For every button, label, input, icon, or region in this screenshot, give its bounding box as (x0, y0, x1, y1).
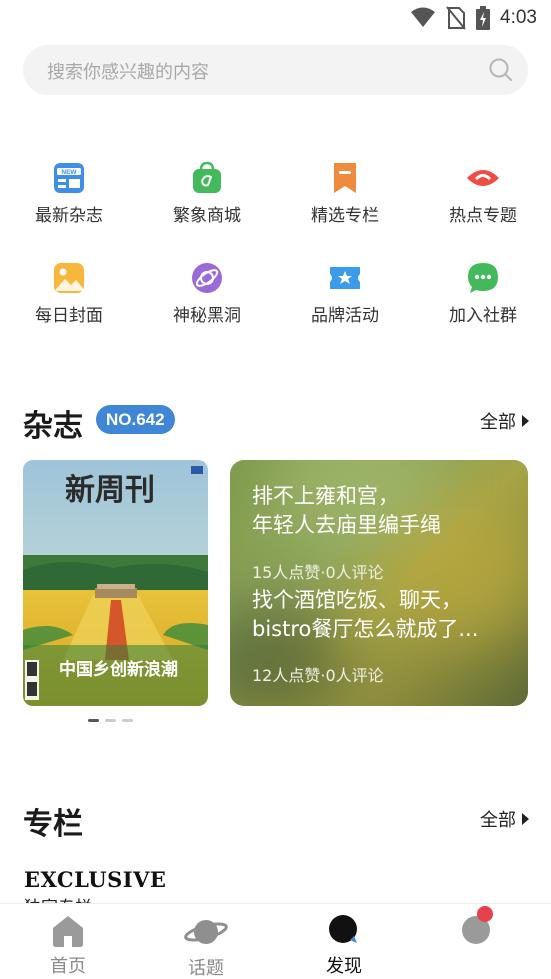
tab-label: 话题 (188, 958, 224, 979)
grid-label: 神秘黑洞 (173, 306, 241, 326)
grid-label: 精选专栏 (311, 206, 379, 226)
svg-text:NEW: NEW (61, 169, 77, 176)
carousel-indicator (88, 719, 133, 722)
shopping-bag-icon (193, 161, 221, 193)
tab-discover[interactable]: 发现 (284, 904, 404, 979)
grid-label: 最新杂志 (35, 206, 103, 226)
new-magazine-icon: NEW (54, 163, 84, 193)
home-icon (53, 916, 83, 947)
discover-icon (329, 915, 357, 943)
grid-label: 每日封面 (35, 306, 103, 326)
chevron-right-icon (522, 813, 529, 825)
cover-masthead: 新周刊 (65, 473, 155, 508)
search-bar[interactable]: 搜索你感兴趣的内容 (23, 45, 528, 95)
grid-item-columns[interactable]: 精选专栏 (276, 161, 414, 226)
magazine-cover[interactable]: 新周刊 中国乡创新浪潮 (23, 460, 208, 706)
grid-item-latest-magazine[interactable]: NEW 最新杂志 (0, 161, 138, 226)
bookmark-icon (334, 163, 356, 193)
grid-label: 热点专题 (449, 206, 517, 226)
battery-charging-icon (476, 6, 491, 30)
article-title: bistro餐厅怎么就成了... (252, 617, 479, 641)
tab-profile[interactable] (416, 904, 536, 979)
bottom-tab-bar: 首页 话题 发现 (0, 903, 551, 979)
status-time: 4:03 (500, 7, 537, 28)
grid-item-community[interactable]: 加入社群 (414, 261, 551, 326)
status-icons: 4:03 (410, 6, 537, 30)
tab-label: 首页 (50, 956, 86, 977)
article-title: 排不上雍和宫， (252, 484, 399, 508)
more-label: 全部 (480, 412, 516, 433)
cover-headline: 中国乡创新浪潮 (59, 659, 178, 680)
more-label: 全部 (480, 810, 516, 831)
chat-icon (468, 263, 498, 293)
column-more-link[interactable]: 全部 (480, 806, 529, 832)
carousel-dot (105, 719, 116, 722)
article-title: 找个酒馆吃饭、聊天， (252, 588, 462, 612)
grid-item-black-hole[interactable]: 神秘黑洞 (138, 261, 276, 326)
ticket-icon (330, 267, 360, 289)
featured-articles-card: 排不上雍和宫， 年轻人去庙里编手绳 15人点赞·0人评论 找个酒馆吃饭、聊天， … (230, 460, 528, 706)
carousel-dot (88, 719, 99, 722)
magazine-section-title: 杂志 (23, 409, 83, 444)
grid-item-hot-topics[interactable]: 热点专题 (414, 161, 551, 226)
grid-label: 品牌活动 (311, 306, 379, 326)
cover-illustration: 新周刊 中国乡创新浪潮 (23, 460, 208, 706)
issue-badge: NO.642 (96, 405, 175, 434)
grid-item-daily-cover[interactable]: 每日封面 (0, 261, 138, 326)
grid-label: 加入社群 (449, 306, 517, 326)
tab-home[interactable]: 首页 (8, 904, 128, 979)
status-bar: 4:03 (0, 0, 551, 38)
eye-icon (467, 170, 499, 186)
picture-icon (54, 263, 84, 293)
article-meta: 15人点赞·0人评论 (252, 563, 384, 582)
search-icon[interactable] (488, 57, 514, 83)
wifi-icon (411, 7, 436, 27)
no-sim-icon (446, 6, 466, 30)
tab-topics[interactable]: 话题 (146, 904, 266, 979)
column-section-title: 专栏 (23, 807, 83, 842)
magazine-more-link[interactable]: 全部 (480, 408, 529, 434)
tab-label: 发现 (326, 956, 362, 977)
search-placeholder: 搜索你感兴趣的内容 (47, 62, 209, 83)
grid-label: 繁象商城 (173, 206, 241, 226)
saturn-icon (184, 920, 228, 944)
exclusive-brand-logo: EXCLUSIVE (24, 867, 167, 892)
article-title: 年轻人去庙里编手绳 (252, 513, 441, 537)
grid-item-brand-events[interactable]: 品牌活动 (276, 261, 414, 326)
carousel-dot (122, 719, 133, 722)
grid-item-shop[interactable]: 繁象商城 (138, 161, 276, 226)
article-meta: 12人点赞·0人评论 (252, 666, 384, 685)
profile-icon (462, 906, 493, 944)
planet-icon (192, 263, 222, 293)
chevron-right-icon (522, 415, 529, 427)
